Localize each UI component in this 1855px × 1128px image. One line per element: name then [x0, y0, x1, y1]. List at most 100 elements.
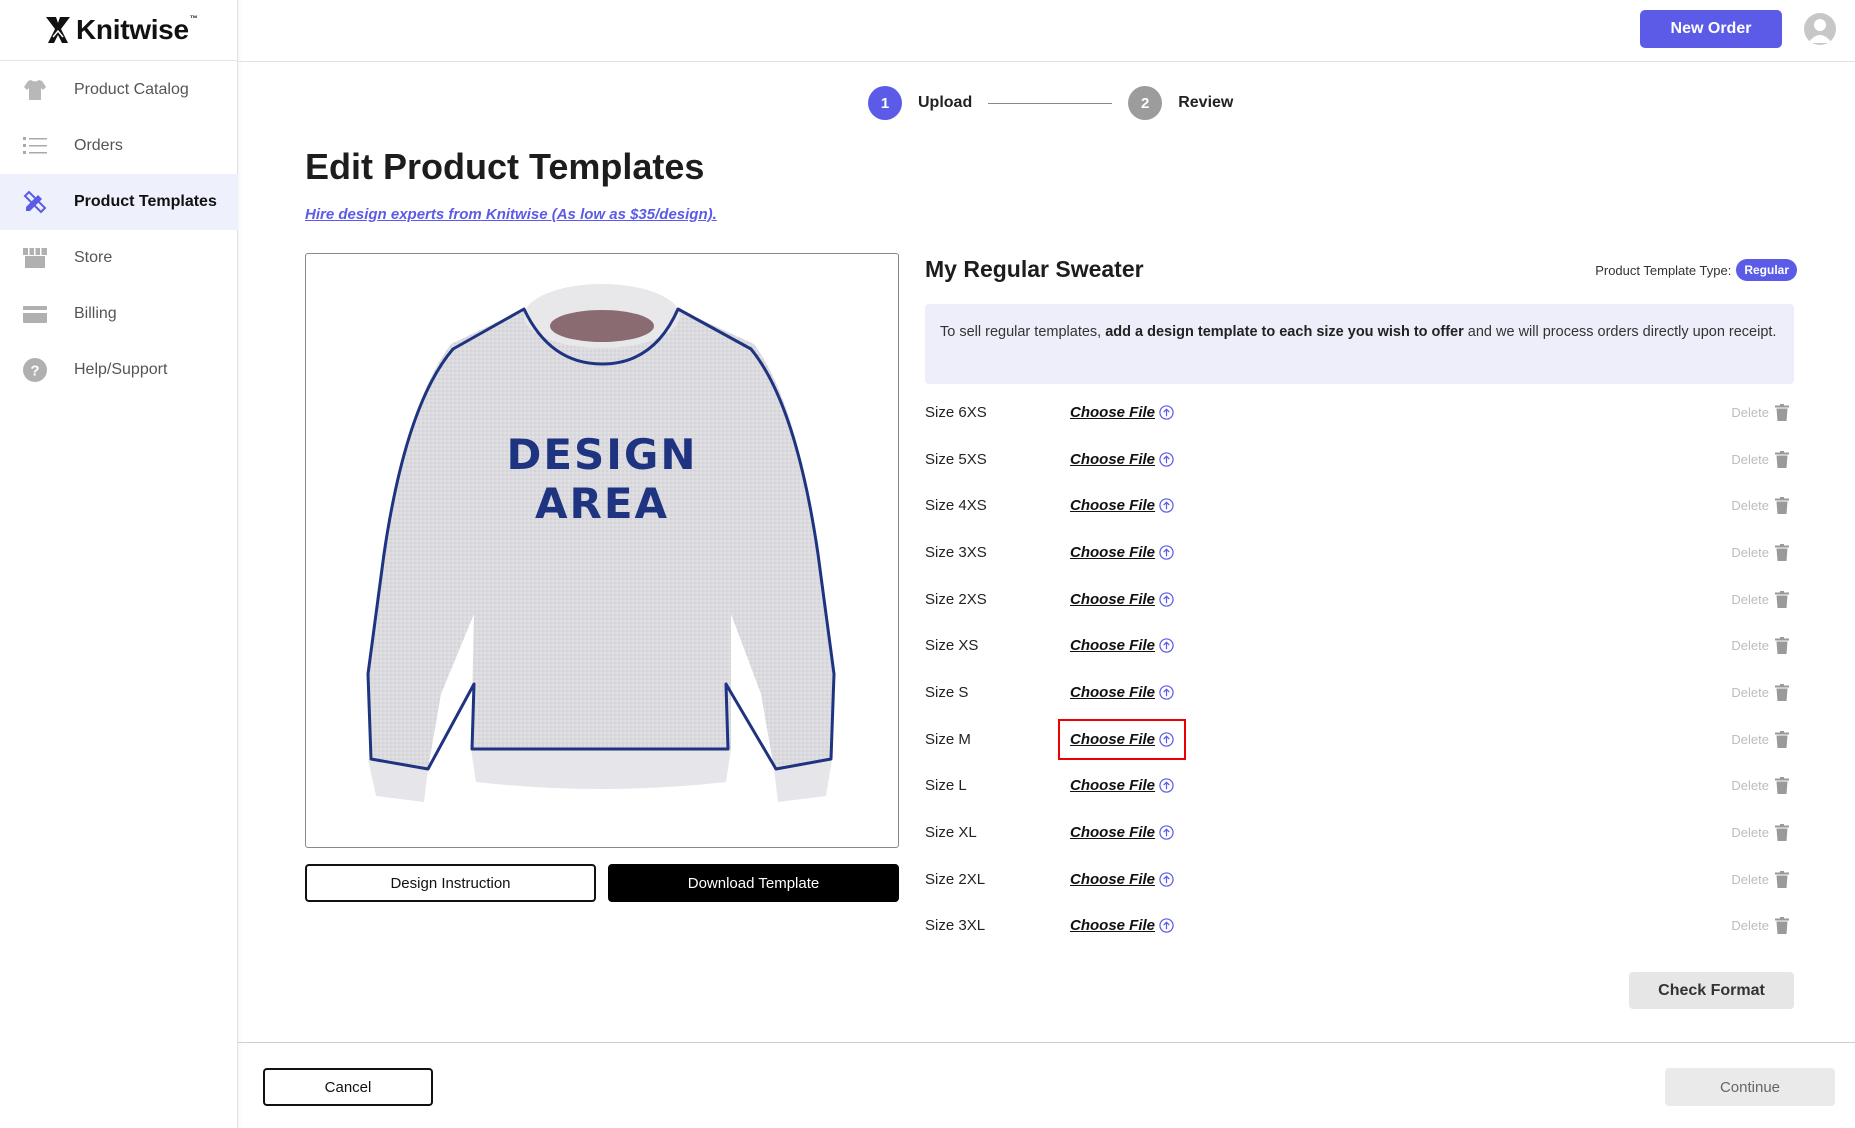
size-label: Size M	[925, 730, 971, 748]
download-template-button[interactable]: Download Template	[608, 864, 899, 902]
delete-button[interactable]: Delete	[1731, 497, 1789, 515]
hire-experts-link[interactable]: Hire design experts from Knitwise (As lo…	[305, 206, 717, 223]
delete-label: Delete	[1731, 918, 1769, 934]
new-order-button[interactable]: New Order	[1640, 10, 1782, 48]
logo-mark-icon	[46, 17, 70, 43]
trash-icon	[1775, 683, 1789, 701]
delete-button[interactable]: Delete	[1731, 543, 1789, 561]
design-area-label-line-2: AREA	[535, 479, 669, 528]
design-instruction-button[interactable]: Design Instruction	[305, 864, 596, 902]
size-label: Size 2XS	[925, 590, 987, 608]
trash-icon	[1775, 403, 1789, 421]
size-label: Size XS	[925, 637, 979, 655]
sidebar-item-label: Product Catalog	[74, 81, 189, 98]
choose-file-button[interactable]: Choose File	[1070, 637, 1174, 654]
choose-file-button[interactable]: Choose File	[1070, 871, 1174, 888]
trash-icon	[1775, 543, 1789, 561]
sidebar-item-help-support[interactable]: ? Help/Support	[0, 342, 238, 398]
choose-file-label: Choose File	[1070, 777, 1156, 795]
upload-icon	[1159, 778, 1174, 794]
choose-file-label: Choose File	[1070, 870, 1156, 888]
sidebar-item-billing[interactable]: Billing	[0, 286, 238, 342]
continue-button[interactable]: Continue	[1665, 1068, 1835, 1106]
sidebar-item-label: Store	[74, 249, 113, 266]
delete-label: Delete	[1731, 825, 1769, 841]
avatar[interactable]	[1804, 13, 1836, 45]
upload-icon	[1159, 405, 1174, 420]
design-area-label-line-1: DESIGN	[506, 430, 697, 479]
choose-file-label: Choose File	[1070, 730, 1156, 748]
size-list: Size 6XS Choose File Delete Size 5XS Cho…	[925, 389, 1795, 949]
logo-divider	[0, 60, 238, 61]
help-icon: ?	[22, 357, 48, 383]
upload-icon	[1159, 591, 1174, 607]
choose-file-button[interactable]: Choose File	[1070, 497, 1174, 514]
choose-file-button[interactable]: Choose File	[1057, 718, 1187, 760]
step-1-label: Upload	[918, 94, 973, 111]
size-row-l: Size L Choose File Delete	[925, 763, 1795, 810]
delete-label: Delete	[1731, 451, 1769, 467]
size-row-3xl: Size 3XL Choose File Delete	[925, 903, 1795, 950]
delete-button[interactable]: Delete	[1731, 590, 1789, 608]
card-icon	[22, 301, 48, 327]
sidebar-item-product-catalog[interactable]: Product Catalog	[0, 62, 238, 118]
size-label: Size L	[925, 777, 967, 795]
sweater-preview-image: DESIGN AREA	[366, 284, 836, 802]
product-name: My Regular Sweater	[925, 256, 1144, 282]
size-label: Size 4XS	[925, 497, 987, 515]
template-preview: DESIGN AREA	[305, 253, 899, 848]
delete-button[interactable]: Delete	[1731, 917, 1789, 935]
delete-button[interactable]: Delete	[1731, 824, 1789, 842]
cancel-button[interactable]: Cancel	[263, 1068, 433, 1106]
size-row-6xs: Size 6XS Choose File Delete	[925, 389, 1795, 436]
delete-button[interactable]: Delete	[1731, 683, 1789, 701]
upload-icon	[1159, 545, 1174, 560]
trash-icon	[1775, 917, 1789, 935]
sidebar-item-store[interactable]: Store	[0, 230, 238, 286]
step-2-label: Review	[1178, 94, 1234, 111]
delete-button[interactable]: Delete	[1731, 403, 1789, 421]
check-format-button[interactable]: Check Format	[1629, 972, 1794, 1009]
size-label: Size 2XL	[925, 870, 986, 888]
upload-icon	[1159, 825, 1174, 840]
sidebar-item-orders[interactable]: Orders	[0, 118, 238, 174]
brand-logo[interactable]: Knitwise ™	[44, 10, 198, 50]
choose-file-button[interactable]: Choose File	[1070, 544, 1174, 561]
choose-file-label: Choose File	[1070, 683, 1156, 701]
choose-file-button[interactable]: Choose File	[1070, 824, 1174, 841]
info-prefix: To sell regular templates,	[940, 324, 1106, 340]
delete-button[interactable]: Delete	[1731, 870, 1789, 888]
stepper: 1 Upload 2 Review	[868, 86, 1233, 120]
delete-button[interactable]: Delete	[1731, 730, 1789, 748]
delete-button[interactable]: Delete	[1731, 637, 1789, 655]
size-row-s: Size S Choose File Delete	[925, 669, 1795, 716]
info-suffix: and we will process orders directly upon…	[1463, 324, 1777, 340]
sidebar: Knitwise ™ Product Catalog Orders Produc…	[0, 0, 238, 1128]
choose-file-button[interactable]: Choose File	[1070, 684, 1174, 701]
size-row-4xs: Size 4XS Choose File Delete	[925, 482, 1795, 529]
choose-file-button[interactable]: Choose File	[1070, 404, 1174, 421]
size-label: Size 3XS	[925, 543, 987, 561]
delete-label: Delete	[1731, 544, 1769, 560]
upload-icon	[1159, 498, 1174, 513]
choose-file-button[interactable]: Choose File	[1070, 917, 1174, 934]
product-template-type: Product Template Type: Regular	[1595, 259, 1797, 281]
info-message: To sell regular templates, add a design …	[925, 304, 1794, 384]
trash-icon	[1775, 824, 1789, 842]
size-row-xl: Size XL Choose File Delete	[925, 809, 1795, 856]
choose-file-button[interactable]: Choose File	[1070, 451, 1174, 468]
pencil-ruler-icon	[22, 189, 48, 215]
sidebar-item-label: Help/Support	[74, 361, 168, 378]
delete-button[interactable]: Delete	[1731, 777, 1789, 795]
delete-label: Delete	[1731, 404, 1769, 420]
choose-file-button[interactable]: Choose File	[1070, 591, 1174, 608]
upload-icon	[1159, 918, 1174, 934]
upload-icon	[1159, 638, 1174, 653]
choose-file-label: Choose File	[1070, 917, 1156, 935]
delete-button[interactable]: Delete	[1731, 450, 1789, 468]
choose-file-button[interactable]: Choose File	[1070, 777, 1174, 794]
choose-file-label: Choose File	[1070, 497, 1156, 515]
step-1-circle: 1	[868, 86, 902, 120]
trash-icon	[1775, 590, 1789, 608]
sidebar-item-product-templates[interactable]: Product Templates	[0, 174, 238, 230]
